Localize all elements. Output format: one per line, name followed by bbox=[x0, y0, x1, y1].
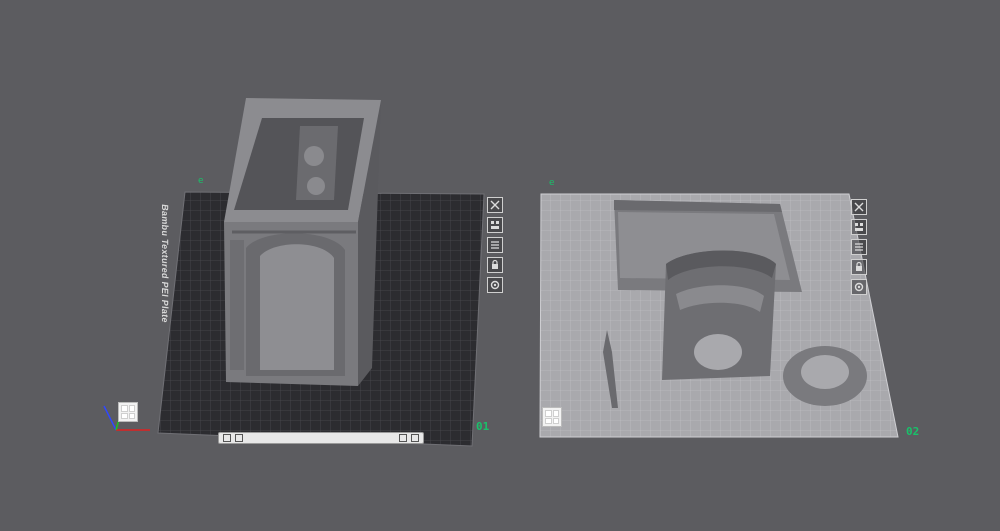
plate-02-number: 02 bbox=[906, 425, 920, 438]
view-cube-02[interactable] bbox=[542, 407, 562, 427]
view-icon[interactable] bbox=[399, 434, 407, 442]
model-tower[interactable] bbox=[224, 98, 381, 386]
plate-01-lock-button[interactable] bbox=[487, 257, 503, 273]
plate-01-number: 01 bbox=[476, 420, 490, 433]
object-toolbar bbox=[218, 432, 424, 444]
auto-arrange-icon bbox=[491, 221, 499, 229]
plate-02-arrange-button[interactable] bbox=[851, 219, 867, 235]
auto-arrange-icon bbox=[855, 223, 863, 231]
layer-icon[interactable] bbox=[411, 434, 419, 442]
close-icon bbox=[490, 200, 500, 210]
plate-02-close-button[interactable] bbox=[851, 199, 867, 215]
plate-01-toolbar bbox=[487, 197, 505, 297]
plate-01-arrange-button[interactable] bbox=[487, 217, 503, 233]
plate-02-toolbar bbox=[851, 199, 869, 299]
plate-02-orient-button[interactable] bbox=[851, 239, 867, 255]
close-icon bbox=[854, 202, 864, 212]
plate-01-close-button[interactable] bbox=[487, 197, 503, 213]
plate-01-edit-marker[interactable]: e bbox=[198, 176, 204, 186]
plate-02-edit-marker[interactable]: e bbox=[549, 178, 555, 188]
plate-01-orient-button[interactable] bbox=[487, 237, 503, 253]
model-arch-block[interactable] bbox=[662, 250, 776, 381]
plate-02-settings-button[interactable] bbox=[851, 279, 867, 295]
settings-icon bbox=[490, 280, 500, 290]
move-icon[interactable] bbox=[235, 434, 243, 442]
model-ring[interactable] bbox=[783, 346, 867, 406]
settings-icon bbox=[854, 282, 864, 292]
select-icon[interactable] bbox=[223, 434, 231, 442]
lock-icon bbox=[856, 261, 862, 271]
plate-01-settings-button[interactable] bbox=[487, 277, 503, 293]
lock-icon bbox=[492, 259, 498, 269]
view-cube-01[interactable] bbox=[118, 402, 138, 422]
plate-surface-label: Bambu Textured PEI Plate bbox=[160, 203, 170, 324]
orient-icon bbox=[855, 243, 863, 251]
plate-02-lock-button[interactable] bbox=[851, 259, 867, 275]
orient-icon bbox=[491, 241, 499, 249]
